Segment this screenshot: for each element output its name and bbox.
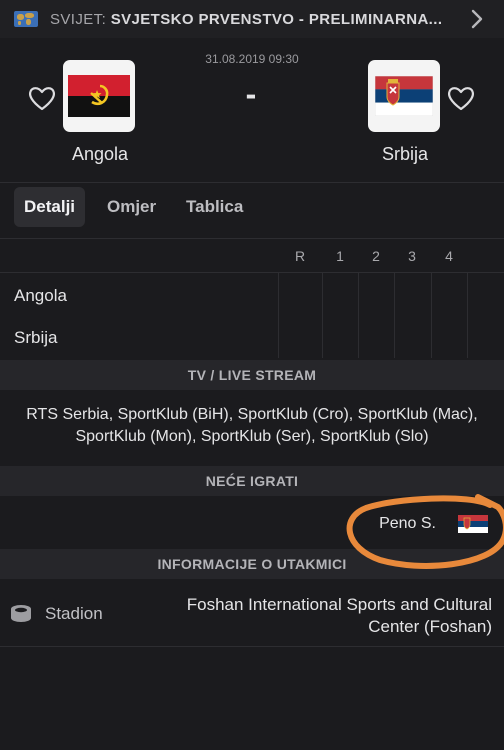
column-header: 4 (445, 248, 453, 264)
column-divider (278, 272, 279, 358)
match-score: - (245, 76, 257, 112)
divider (0, 272, 504, 273)
tv-channels: RTS Serbia, SportKlub (BiH), SportKlub (… (26, 406, 478, 445)
serbia-flag (375, 76, 433, 116)
scoreboard-header: R 1 2 3 4 (0, 240, 504, 272)
away-team-logo[interactable] (368, 60, 440, 132)
home-team-logo[interactable] (63, 60, 135, 132)
divider (0, 646, 504, 647)
info-section-header: INFORMACIJE O UTAKMICI (0, 549, 504, 579)
breadcrumb-title: SVJETSKO PRVENSTVO - PRELIMINARNA... (110, 11, 443, 28)
divider (0, 182, 504, 183)
breadcrumb[interactable]: SVIJET: SVJETSKO PRVENSTVO - PRELIMINARN… (50, 11, 442, 28)
world-map-icon (14, 11, 38, 27)
column-divider (394, 272, 395, 358)
stadium-icon (11, 605, 31, 622)
column-divider (431, 272, 432, 358)
column-divider (467, 272, 468, 358)
tab-detalji[interactable]: Detalji (14, 187, 86, 227)
stadium-value: Foshan International Sports and Cultural… (186, 595, 492, 636)
chevron-right-icon[interactable] (466, 8, 488, 30)
top-bar: SVIJET: SVJETSKO PRVENSTVO - PRELIMINARN… (0, 0, 504, 38)
serbia-flag (458, 515, 488, 533)
column-header: 1 (336, 248, 344, 264)
scoreboard-row-away: Srbija (14, 328, 58, 347)
column-header: 3 (408, 248, 416, 264)
scoreboard-row-home: Angola (14, 286, 67, 305)
away-team-name[interactable]: Srbija (325, 144, 485, 165)
column-divider (322, 272, 323, 358)
absent-player-name: Peno S. (379, 515, 436, 532)
divider (0, 238, 504, 239)
home-team-name[interactable]: Angola (20, 144, 180, 165)
column-header: R (294, 248, 306, 264)
breadcrumb-prefix: SVIJET: (50, 11, 111, 28)
stadium-label: Stadion (45, 604, 103, 623)
heart-outline-icon[interactable] (27, 84, 57, 112)
column-divider (358, 272, 359, 358)
tv-section-header: TV / LIVE STREAM (0, 360, 504, 390)
tab-tablica[interactable]: Tablica (176, 187, 253, 227)
angola-flag (68, 75, 130, 117)
column-header: 2 (372, 248, 380, 264)
heart-outline-icon[interactable] (446, 84, 476, 112)
tab-bar: Detalji Omjer Tablica (0, 184, 504, 232)
tab-omjer[interactable]: Omjer (97, 187, 166, 227)
absent-section-header: NEĆE IGRATI (0, 466, 504, 496)
